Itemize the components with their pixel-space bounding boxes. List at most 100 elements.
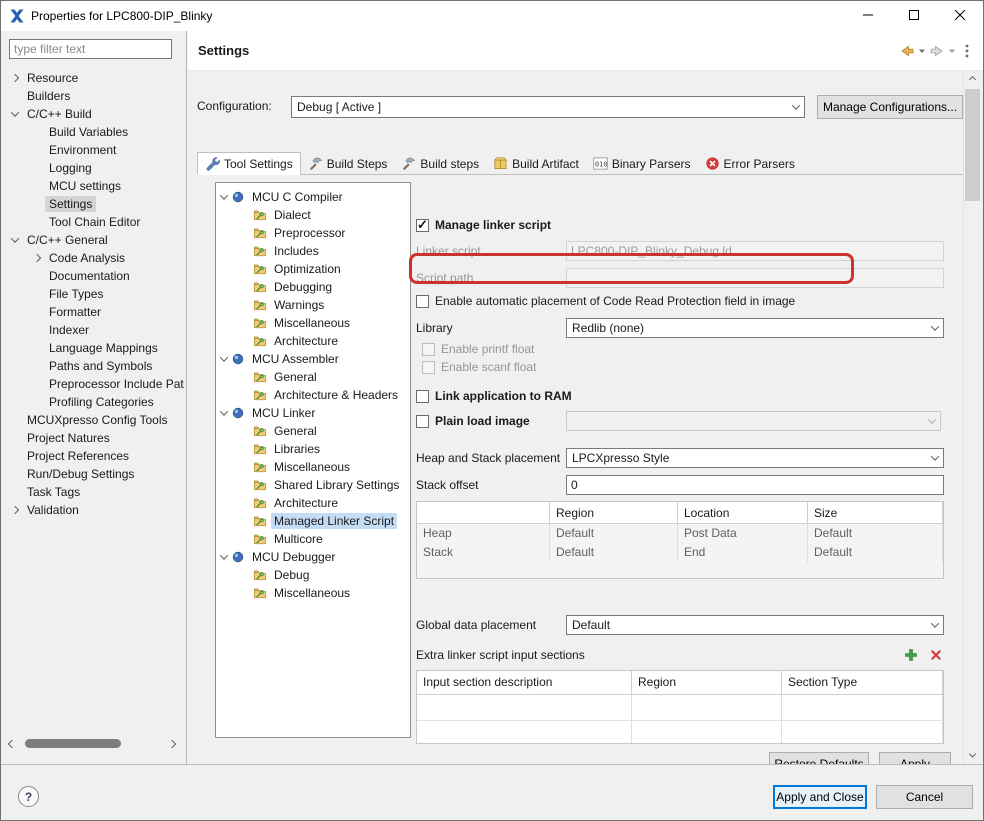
- tab-tool-settings[interactable]: Tool Settings: [197, 152, 301, 175]
- tool-tree-item-warnings[interactable]: Warnings: [216, 296, 410, 314]
- tree-twistie[interactable]: [7, 108, 23, 117]
- tree-twistie[interactable]: [29, 253, 45, 263]
- tool-tree-item-mcu-c-compiler[interactable]: MCU C Compiler: [216, 188, 410, 206]
- column-header[interactable]: Location: [678, 502, 808, 524]
- sidebar-item-project-natures[interactable]: Project Natures: [1, 429, 186, 447]
- sidebar-item-run-debug-settings[interactable]: Run/Debug Settings: [1, 465, 186, 483]
- sidebar-item-preprocessor-include-pat[interactable]: Preprocessor Include Pat: [1, 375, 186, 393]
- scroll-right-button[interactable]: [164, 736, 179, 751]
- global-data-combo[interactable]: Default: [566, 615, 944, 635]
- back-button[interactable]: [899, 43, 915, 59]
- delete-section-button[interactable]: [928, 647, 944, 663]
- table-row[interactable]: Heap Default Post Data Default: [417, 524, 943, 543]
- tool-tree-item-miscellaneous[interactable]: Miscellaneous: [216, 314, 410, 332]
- help-button[interactable]: ?: [18, 786, 39, 807]
- sidebar-item-tool-chain-editor[interactable]: Tool Chain Editor: [1, 213, 186, 231]
- sidebar-item-environment[interactable]: Environment: [1, 141, 186, 159]
- sidebar-item-task-tags[interactable]: Task Tags: [1, 483, 186, 501]
- stack-offset-input[interactable]: [566, 475, 944, 495]
- tree-twistie[interactable]: [7, 234, 23, 243]
- sidebar-item-c-c-build[interactable]: C/C++ Build: [1, 105, 186, 123]
- scrollbar-track[interactable]: [19, 738, 164, 749]
- tool-tree-item-preprocessor[interactable]: Preprocessor: [216, 224, 410, 242]
- sidebar-item-c-c-general[interactable]: C/C++ General: [1, 231, 186, 249]
- table-row[interactable]: Stack Default End Default: [417, 543, 943, 562]
- restore-defaults-button[interactable]: Restore Defaults: [769, 752, 869, 764]
- sidebar-item-settings[interactable]: Settings: [1, 195, 186, 213]
- table-row[interactable]: [417, 695, 943, 721]
- apply-button[interactable]: Apply: [879, 752, 951, 764]
- tab-binary-parsers[interactable]: 010 Binary Parsers: [586, 153, 698, 174]
- scrollbar-thumb[interactable]: [25, 739, 121, 748]
- manage-configurations-button[interactable]: Manage Configurations...: [817, 95, 963, 119]
- tool-tree-item-miscellaneous[interactable]: Miscellaneous: [216, 584, 410, 602]
- scroll-up-button[interactable]: [964, 71, 981, 88]
- tool-tree-item-architecture-headers[interactable]: Architecture & Headers: [216, 386, 410, 404]
- filter-input[interactable]: [9, 39, 172, 59]
- manage-linker-script-checkbox[interactable]: Manage linker script: [416, 217, 551, 233]
- link-ram-checkbox[interactable]: Link application to RAM: [416, 388, 572, 404]
- tab-build-steps[interactable]: Build Steps: [301, 153, 395, 174]
- column-header[interactable]: Size: [808, 502, 943, 524]
- tree-twistie[interactable]: [7, 73, 23, 83]
- tab-build-artifact[interactable]: Build Artifact: [486, 153, 586, 174]
- sidebar-item-profiling-categories[interactable]: Profiling Categories: [1, 393, 186, 411]
- sidebar-horizontal-scrollbar[interactable]: [4, 736, 179, 751]
- tool-tree-item-shared-library-settings[interactable]: Shared Library Settings: [216, 476, 410, 494]
- sidebar-item-file-types[interactable]: File Types: [1, 285, 186, 303]
- back-menu-chevron-icon[interactable]: [918, 47, 926, 55]
- scroll-down-button[interactable]: [964, 747, 981, 764]
- column-header[interactable]: Region: [632, 671, 782, 695]
- sidebar-item-resource[interactable]: Resource: [1, 69, 186, 87]
- configuration-combo[interactable]: Debug [ Active ]: [291, 96, 805, 118]
- crp-checkbox[interactable]: Enable automatic placement of Code Read …: [416, 293, 795, 309]
- sidebar-item-build-variables[interactable]: Build Variables: [1, 123, 186, 141]
- heap-stack-table[interactable]: Region Location Size Heap Default Post Data De…: [416, 501, 944, 579]
- tool-tree-item-debugging[interactable]: Debugging: [216, 278, 410, 296]
- sidebar-item-builders[interactable]: Builders: [1, 87, 186, 105]
- tab-build-steps[interactable]: Build steps: [394, 153, 486, 174]
- cancel-button[interactable]: Cancel: [876, 785, 973, 809]
- sidebar-item-paths-and-symbols[interactable]: Paths and Symbols: [1, 357, 186, 375]
- view-menu-icon[interactable]: [965, 43, 969, 59]
- main-vertical-scrollbar[interactable]: [963, 71, 980, 764]
- sidebar-item-mcuxpresso-config-tools[interactable]: MCUXpresso Config Tools: [1, 411, 186, 429]
- tool-tree-item-mcu-debugger[interactable]: MCU Debugger: [216, 548, 410, 566]
- sidebar-item-mcu-settings[interactable]: MCU settings: [1, 177, 186, 195]
- library-combo[interactable]: Redlib (none): [566, 318, 944, 338]
- tool-tree-item-optimization[interactable]: Optimization: [216, 260, 410, 278]
- column-header[interactable]: Section Type: [782, 671, 943, 695]
- tool-tree-item-general[interactable]: General: [216, 368, 410, 386]
- close-button[interactable]: [937, 1, 983, 31]
- sidebar-item-documentation[interactable]: Documentation: [1, 267, 186, 285]
- heap-stack-combo[interactable]: LPCXpresso Style: [566, 448, 944, 468]
- tool-tree-item-mcu-linker[interactable]: MCU Linker: [216, 404, 410, 422]
- scrollbar-thumb[interactable]: [965, 89, 980, 201]
- sidebar-item-language-mappings[interactable]: Language Mappings: [1, 339, 186, 357]
- tool-tree-item-managed-linker-script[interactable]: Managed Linker Script: [216, 512, 410, 530]
- column-header[interactable]: [417, 502, 550, 524]
- tool-tree-item-miscellaneous[interactable]: Miscellaneous: [216, 458, 410, 476]
- extra-sections-table[interactable]: Input section description Region Section T…: [416, 670, 944, 744]
- sidebar-item-logging[interactable]: Logging: [1, 159, 186, 177]
- sidebar-item-validation[interactable]: Validation: [1, 501, 186, 519]
- maximize-button[interactable]: [891, 1, 937, 31]
- tool-tree-item-includes[interactable]: Includes: [216, 242, 410, 260]
- add-section-button[interactable]: [903, 647, 919, 663]
- table-row[interactable]: [417, 721, 943, 743]
- column-header[interactable]: Region: [550, 502, 678, 524]
- tab-error-parsers[interactable]: Error Parsers: [698, 153, 802, 174]
- apply-and-close-button[interactable]: Apply and Close: [773, 785, 867, 809]
- tool-tree-item-dialect[interactable]: Dialect: [216, 206, 410, 224]
- minimize-button[interactable]: [845, 1, 891, 31]
- tool-tree-item-mcu-assembler[interactable]: MCU Assembler: [216, 350, 410, 368]
- scroll-left-button[interactable]: [4, 736, 19, 751]
- tool-tree-item-debug[interactable]: Debug: [216, 566, 410, 584]
- tool-tree-item-architecture[interactable]: Architecture: [216, 332, 410, 350]
- tool-tree-item-libraries[interactable]: Libraries: [216, 440, 410, 458]
- forward-menu-chevron-icon[interactable]: [948, 47, 956, 55]
- tool-tree-item-general[interactable]: General: [216, 422, 410, 440]
- sidebar-item-project-references[interactable]: Project References: [1, 447, 186, 465]
- tree-twistie[interactable]: [7, 505, 23, 515]
- forward-button[interactable]: [929, 43, 945, 59]
